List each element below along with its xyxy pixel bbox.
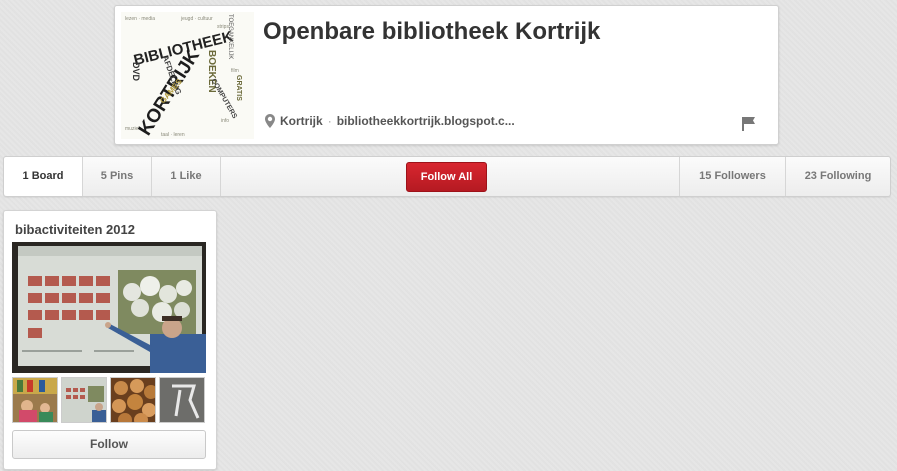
board-thumbnail[interactable] xyxy=(159,377,205,423)
map-pin-icon xyxy=(265,114,275,128)
board-title[interactable]: bibactiviteiten 2012 xyxy=(15,222,135,237)
tab-pins[interactable]: 5 Pins xyxy=(83,157,151,196)
profile-meta: Kortrijk · bibliotheekkortrijk.blogspot.… xyxy=(265,114,515,128)
nav-divider xyxy=(220,157,221,196)
profile-website-link[interactable]: bibliotheekkortrijk.blogspot.c... xyxy=(337,114,515,128)
avatar-word-toegankelijk: TOEGANKELIJK xyxy=(227,14,233,59)
logo-sketch-photo xyxy=(160,378,204,422)
profile-nav-bar: 1 Board 5 Pins 1 Like Follow All 15 Foll… xyxy=(3,156,891,197)
avatar-word-gratis: GRATIS xyxy=(235,75,242,101)
tab-likes[interactable]: 1 Like xyxy=(152,157,220,196)
tab-followers[interactable]: 15 Followers xyxy=(680,157,785,196)
profile-card: lezen · media jeugd · cultuur strips inf… xyxy=(114,5,779,145)
svg-text:jeugd · cultuur: jeugd · cultuur xyxy=(180,16,213,22)
tab-boards[interactable]: 1 Board xyxy=(4,157,82,196)
board-follow-button[interactable]: Follow xyxy=(12,430,206,459)
profile-location: Kortrijk xyxy=(280,114,323,128)
board-thumbnail[interactable] xyxy=(61,377,107,423)
board-thumbnail[interactable] xyxy=(110,377,156,423)
presentation-photo xyxy=(12,242,206,373)
board-cover-image[interactable] xyxy=(12,242,206,373)
avatar-word-dvd: DVD xyxy=(131,62,141,82)
tab-following[interactable]: 23 Following xyxy=(786,157,890,196)
svg-text:lezen · media: lezen · media xyxy=(125,16,155,22)
presentation-thumb-photo xyxy=(62,378,106,422)
svg-text:info: info xyxy=(221,118,229,124)
cookies-photo xyxy=(111,378,155,422)
svg-text:film: film xyxy=(231,68,239,74)
profile-avatar: lezen · media jeugd · cultuur strips inf… xyxy=(121,12,254,139)
meta-separator: · xyxy=(327,114,332,128)
profile-name: Openbare bibliotheek Kortrijk xyxy=(263,18,601,45)
flag-icon[interactable] xyxy=(742,117,755,131)
follow-all-button[interactable]: Follow All xyxy=(406,162,487,192)
avatar-word-cloud: lezen · media jeugd · cultuur strips inf… xyxy=(121,12,254,139)
svg-text:taal · leren: taal · leren xyxy=(161,132,185,138)
kids-reading-photo xyxy=(13,378,57,422)
board-card[interactable]: bibactiviteiten 2012 Follow xyxy=(3,210,217,470)
board-thumbnail[interactable] xyxy=(12,377,58,423)
